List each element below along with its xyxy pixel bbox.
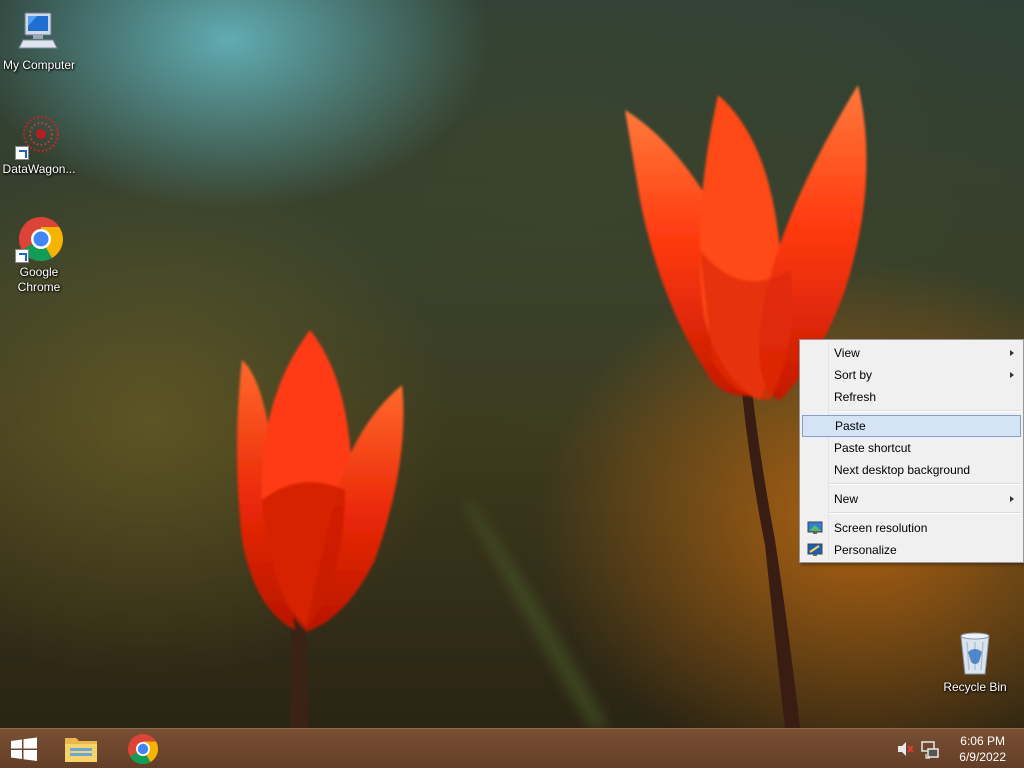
shortcut-arrow-icon: [15, 146, 29, 160]
submenu-arrow-icon: [1010, 496, 1014, 502]
desktop-icon-my-computer[interactable]: My Computer: [0, 8, 78, 73]
desktop-icon-recycle-bin[interactable]: Recycle Bin: [936, 630, 1014, 695]
menu-item-label: Screen resolution: [834, 521, 928, 535]
volume-muted-icon[interactable]: [894, 729, 916, 769]
desktop-context-menu: View Sort by Refresh Paste Paste shortcu…: [799, 339, 1024, 563]
desktop-icon-label: Recycle Bin: [943, 680, 1007, 694]
desktop[interactable]: My Computer DataWagon... Google Chrome R…: [0, 0, 1024, 728]
start-button[interactable]: [0, 729, 48, 769]
chrome-icon: [128, 734, 159, 765]
menu-item-label: Personalize: [834, 543, 897, 557]
taskbar: 6:06 PM 6/9/2022: [0, 728, 1024, 768]
clock-time: 6:06 PM: [960, 734, 1005, 748]
menu-item-label: Sort by: [834, 368, 873, 382]
menu-item-new[interactable]: New: [802, 488, 1021, 510]
taskbar-google-chrome[interactable]: [118, 729, 168, 769]
menu-item-screen-resolution[interactable]: Screen resolution: [802, 517, 1021, 539]
clock-date: 6/9/2022: [959, 750, 1006, 764]
menu-item-label: Paste: [835, 419, 866, 433]
menu-item-sort-by[interactable]: Sort by: [802, 364, 1021, 386]
taskbar-clock[interactable]: 6:06 PM 6/9/2022: [959, 733, 1006, 765]
menu-item-personalize[interactable]: Personalize: [802, 539, 1021, 561]
menu-item-paste[interactable]: Paste: [802, 415, 1021, 437]
desktop-icon-label-line1: Google: [19, 265, 59, 279]
menu-item-label: New: [834, 492, 859, 506]
recycle-bin-icon: [951, 630, 999, 678]
menu-separator: [830, 483, 1021, 485]
menu-item-refresh[interactable]: Refresh: [802, 386, 1021, 408]
datawagon-icon: [15, 112, 63, 160]
menu-item-next-desktop-background[interactable]: Next desktop background: [802, 459, 1021, 481]
menu-item-label: View: [834, 346, 860, 360]
menu-item-label: Refresh: [834, 390, 877, 404]
menu-item-view[interactable]: View: [802, 342, 1021, 364]
windows-logo-icon: [11, 737, 37, 761]
personalize-icon: [807, 542, 823, 558]
desktop-icon-label: My Computer: [2, 58, 76, 72]
menu-item-paste-shortcut[interactable]: Paste shortcut: [802, 437, 1021, 459]
display-icon: [807, 520, 823, 536]
network-icon[interactable]: [918, 729, 942, 769]
desktop-icon-google-chrome[interactable]: Google Chrome: [0, 215, 78, 295]
folder-icon: [65, 738, 97, 762]
menu-separator: [830, 410, 1021, 412]
submenu-arrow-icon: [1010, 372, 1014, 378]
menu-item-label: Next desktop background: [834, 463, 971, 477]
submenu-arrow-icon: [1010, 350, 1014, 356]
desktop-icon-datawagon[interactable]: DataWagon...: [0, 112, 78, 177]
computer-icon: [15, 8, 63, 56]
chrome-icon: [15, 215, 63, 263]
desktop-icon-label-line2: Chrome: [17, 280, 61, 294]
desktop-icon-label: DataWagon...: [2, 162, 76, 176]
taskbar-file-explorer[interactable]: [56, 729, 106, 769]
menu-item-label: Paste shortcut: [834, 441, 911, 455]
shortcut-arrow-icon: [15, 249, 29, 263]
menu-separator: [830, 512, 1021, 514]
